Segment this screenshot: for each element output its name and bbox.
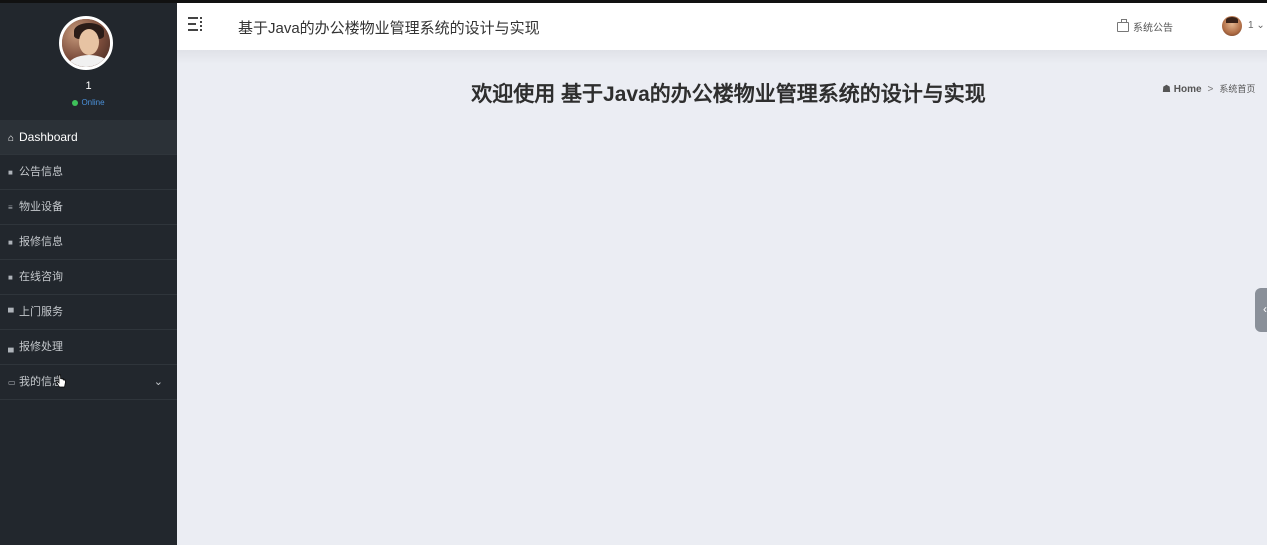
user-name: 1	[85, 80, 92, 92]
card-icon: ▭	[8, 378, 16, 387]
sidebar-item-label: 物业设备	[19, 201, 63, 213]
header-avatar[interactable]	[1222, 16, 1242, 36]
sidebar-item-repair-info[interactable]: ■ 报修信息	[0, 225, 177, 260]
user-menu[interactable]: 1 ⌄	[1248, 20, 1265, 31]
sidebar-item-dashboard[interactable]: ⌂ Dashboard	[0, 120, 177, 155]
sidebar-item-label: 公告信息	[19, 166, 63, 178]
sidebar-menu: ⌂ Dashboard ■ 公告信息 ≡ 物业设备 ■ 报修信息 ■ 在线咨询 ▀ 上门服务…	[0, 120, 177, 400]
sidebar-item-my-info[interactable]: ▭ 我的信息 ⌄	[0, 365, 177, 400]
grid-icon: ■	[8, 168, 13, 177]
breadcrumb-current: 系统首页	[1219, 84, 1256, 94]
status-text: Online	[81, 98, 105, 107]
chevron-left-icon: ‹	[1263, 302, 1267, 316]
page-title: 欢迎使用 基于Java的办公楼物业管理系统的设计与实现	[471, 83, 986, 106]
home-icon: ☗	[1162, 84, 1171, 95]
sidebar-item-label: Dashboard	[19, 130, 78, 144]
sidebar-item-property-equipment[interactable]: ≡ 物业设备	[0, 190, 177, 225]
monitor-icon: ▀	[8, 308, 14, 317]
sidebar-item-online-consult[interactable]: ■ 在线咨询	[0, 260, 177, 295]
breadcrumb-home-label: Home	[1173, 84, 1202, 95]
notice-label: 系统公告	[1133, 23, 1173, 34]
breadcrumb-home[interactable]: ☗ Home	[1162, 84, 1202, 95]
header-shadow	[177, 50, 1267, 64]
app-title: 基于Java的办公楼物业管理系统的设计与实现	[238, 20, 540, 37]
menu-toggle-icon[interactable]	[188, 17, 202, 33]
breadcrumb: ☗ Home > 系统首页	[1162, 82, 1255, 95]
sidebar-item-label: 上门服务	[19, 306, 63, 318]
avatar[interactable]	[59, 16, 113, 70]
chevron-down-icon: ⌄	[153, 376, 163, 388]
sidebar-item-repair-handling[interactable]: ▄ 报修处理	[0, 330, 177, 365]
notice-icon	[1117, 19, 1129, 32]
mouse-cursor-icon	[56, 374, 66, 388]
user-status: Online	[0, 98, 177, 107]
user-menu-label: 1	[1248, 20, 1254, 31]
online-dot-icon	[72, 99, 79, 106]
briefcase-icon: ▄	[8, 343, 14, 352]
settings-drawer-handle[interactable]: ‹	[1255, 288, 1267, 332]
grid-icon: ■	[8, 273, 13, 282]
sidebar-item-door-service[interactable]: ▀ 上门服务	[0, 295, 177, 330]
system-notice-button[interactable]: 系统公告	[1117, 19, 1173, 34]
sidebar-item-label: 在线咨询	[19, 271, 63, 283]
grid-icon: ■	[8, 238, 13, 247]
home-icon: ⌂	[8, 133, 15, 144]
sidebar-item-announcements[interactable]: ■ 公告信息	[0, 155, 177, 190]
sidebar: 1 Online ⌂ Dashboard ■ 公告信息 ≡ 物业设备 ■ 报修信息 ■ 在…	[0, 3, 177, 545]
user-profile: 1 Online	[0, 3, 177, 120]
sidebar-item-label: 报修信息	[19, 236, 63, 248]
list-icon: ≡	[8, 203, 13, 212]
chevron-down-icon: ⌄	[1256, 20, 1265, 31]
sidebar-item-label: 报修处理	[19, 341, 63, 353]
breadcrumb-separator: >	[1207, 84, 1214, 95]
top-header: 基于Java的办公楼物业管理系统的设计与实现 系统公告 1 ⌄	[177, 3, 1267, 50]
